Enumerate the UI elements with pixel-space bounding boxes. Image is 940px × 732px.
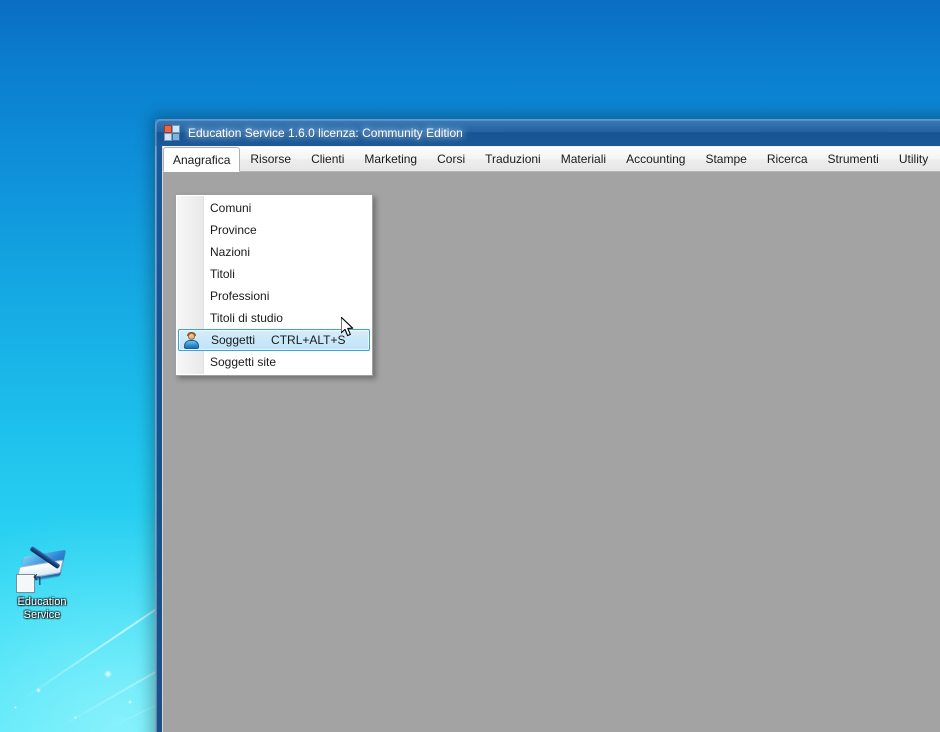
menubar-item-label: Marketing [364, 152, 418, 166]
education-service-icon [16, 545, 68, 593]
menubar[interactable]: Anagrafica Risorse Clienti Marketing Corsi Tr… [163, 147, 940, 172]
menu-item-shortcut: CTRL+ALT+S [271, 333, 346, 347]
menu-item-label: Nazioni [210, 245, 251, 259]
menubar-item-label: Strumenti [827, 152, 879, 166]
menu-item-professioni[interactable]: Professioni [176, 285, 372, 307]
menu-item-soggetti[interactable]: Soggetti CTRL+ALT+S [178, 329, 370, 351]
menubar-item-label: Clienti [311, 152, 345, 166]
menubar-item-label: Anagrafica [173, 152, 231, 167]
application-form-icon [164, 124, 180, 141]
window-title: Education Service 1.6.0 licenza: Communi… [188, 125, 463, 140]
application-window[interactable]: Education Service 1.6.0 licenza: Communi… [155, 119, 940, 732]
menubar-item-ricerca[interactable]: Ricerca [757, 147, 818, 171]
menubar-item-label: Materiali [560, 152, 607, 166]
menu-item-titoli[interactable]: Titoli [176, 263, 372, 285]
menu-item-label: Province [210, 223, 257, 237]
anagrafica-dropdown-menu[interactable]: Comuni Province Nazioni Titoli Professioni Ti… [175, 194, 373, 376]
menubar-item-label: Accounting [626, 152, 686, 166]
menubar-item-marketing[interactable]: Marketing [354, 147, 427, 171]
menubar-item-strumenti[interactable]: Strumenti [818, 147, 889, 171]
menu-item-province[interactable]: Province [176, 219, 372, 241]
desktop-icon-education-service[interactable]: Education Service [4, 545, 80, 622]
desktop-icon-label-line1: Education [17, 596, 67, 608]
window-titlebar[interactable]: Education Service 1.6.0 licenza: Communi… [155, 119, 940, 146]
menubar-item-accounting[interactable]: Accounting [616, 147, 695, 171]
menu-item-label: Titoli di studio [210, 311, 283, 325]
menu-item-label: Soggetti [211, 333, 256, 347]
menubar-item-anagrafica[interactable]: Anagrafica [163, 147, 241, 172]
menu-item-label: Comuni [210, 201, 252, 215]
menu-item-comuni[interactable]: Comuni [176, 197, 372, 219]
menubar-item-risorse[interactable]: Risorse [240, 147, 301, 171]
menu-item-soggetti-site[interactable]: Soggetti site [176, 351, 372, 373]
menu-item-label: Soggetti site [210, 355, 277, 369]
menubar-item-clienti[interactable]: Clienti [301, 147, 354, 171]
desktop-icon-label: Education Service [4, 596, 80, 622]
menubar-item-stampe[interactable]: Stampe [695, 147, 756, 171]
menubar-item-utility[interactable]: Utility [889, 147, 938, 171]
shortcut-arrow-icon [16, 574, 35, 593]
menubar-item-label: Traduzioni [485, 152, 541, 166]
window-client-area: Anagrafica Risorse Clienti Marketing Corsi Tr… [162, 146, 940, 732]
menubar-item-corsi[interactable]: Corsi [427, 147, 475, 171]
menubar-item-label: Risorse [250, 152, 292, 166]
menubar-item-materiali[interactable]: Materiali [551, 147, 616, 171]
menu-item-label: Professioni [210, 289, 270, 303]
menubar-item-label: Ricerca [766, 152, 808, 166]
menubar-item-traduzioni[interactable]: Traduzioni [475, 147, 551, 171]
screen: Education Service Education Service 1.6.… [0, 0, 940, 732]
desktop-icon-label-line2: Service [23, 609, 61, 621]
user-icon [183, 332, 200, 349]
menubar-item-label: Utility [898, 152, 929, 166]
menu-item-nazioni[interactable]: Nazioni [176, 241, 372, 263]
menubar-item-label: Corsi [437, 152, 466, 166]
menu-item-label: Titoli [210, 267, 235, 281]
menubar-item-label: Stampe [705, 152, 747, 166]
menu-item-titoli-di-studio[interactable]: Titoli di studio [176, 307, 372, 329]
